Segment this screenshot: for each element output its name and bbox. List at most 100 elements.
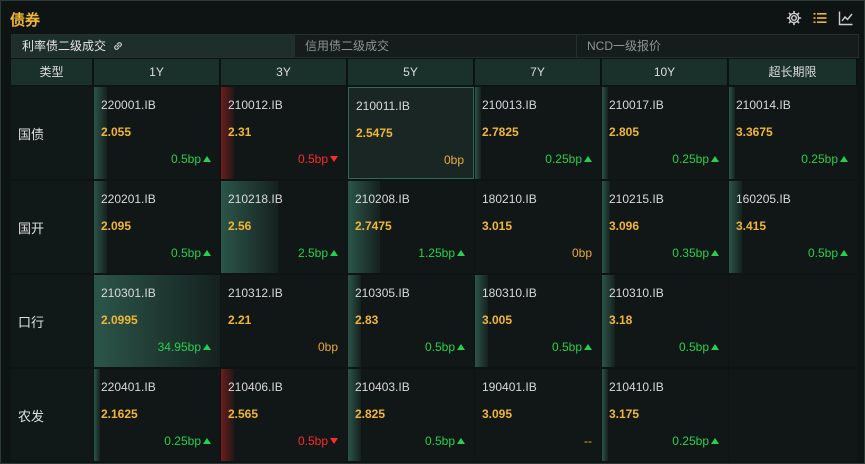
- yield-change: 0.5bp: [298, 152, 338, 166]
- bond-code: 210215.IB: [609, 192, 664, 206]
- bond-cell[interactable]: 210310.IB 3.18 0.5bp: [602, 275, 728, 367]
- row-label: 农发: [11, 369, 93, 461]
- bond-cell[interactable]: 210312.IB 2.21 0bp: [221, 275, 347, 367]
- list-icon[interactable]: [812, 10, 828, 26]
- bond-cell[interactable]: 210012.IB 2.31 0.5bp: [221, 87, 347, 179]
- bond-code: 210403.IB: [355, 380, 410, 394]
- arrow-up-icon: [457, 250, 465, 256]
- yield-change-value: 0.5bp: [170, 152, 201, 166]
- bond-cell[interactable]: 210403.IB 2.825 0.5bp: [348, 369, 474, 461]
- column-header: 5Y: [348, 59, 474, 85]
- bond-yield: 2.565: [228, 407, 259, 421]
- bond-cell[interactable]: 210014.IB 3.3675 0.25bp: [729, 87, 857, 179]
- arrow-up-icon: [457, 438, 465, 444]
- bond-cell[interactable]: 210305.IB 2.83 0.5bp: [348, 275, 474, 367]
- bond-yield: 2.805: [609, 125, 640, 139]
- column-header: 1Y: [94, 59, 220, 85]
- bond-cell[interactable]: 160205.IB 3.415 0.5bp: [729, 181, 857, 273]
- bond-cell[interactable]: 210301.IB 2.0995 34.95bp: [94, 275, 220, 367]
- bond-cell[interactable]: 210215.IB 3.096 0.35bp: [602, 181, 728, 273]
- line-chart-icon[interactable]: [838, 10, 854, 26]
- bond-yield: 3.095: [482, 407, 513, 421]
- bond-cell[interactable]: 210017.IB 2.805 0.25bp: [602, 87, 728, 179]
- bond-yield: 3.415: [736, 219, 767, 233]
- bond-cell[interactable]: 220401.IB 2.1625 0.25bp: [94, 369, 220, 461]
- yield-change-value: 1.25bp: [418, 246, 455, 260]
- yield-change-value: --: [584, 434, 592, 448]
- bond-cell[interactable]: 210011.IB 2.5475 0bp: [348, 87, 474, 179]
- change-magnitude-bar: [729, 87, 735, 179]
- bond-code: 210013.IB: [482, 98, 537, 112]
- arrow-up-icon: [203, 156, 211, 162]
- arrow-up-icon: [840, 156, 848, 162]
- bond-code: 210218.IB: [228, 192, 283, 206]
- gear-icon[interactable]: [786, 10, 802, 26]
- yield-change: 0.5bp: [552, 340, 592, 354]
- yield-change: --: [584, 434, 592, 448]
- yield-change-value: 0.25bp: [164, 434, 201, 448]
- bond-cell[interactable]: 210013.IB 2.7825 0.25bp: [475, 87, 601, 179]
- yield-change: 0bp: [572, 246, 592, 260]
- bond-code: 210014.IB: [736, 98, 791, 112]
- link-icon: [112, 37, 124, 59]
- header-toolbar: [786, 10, 854, 26]
- yield-change-value: 0.25bp: [672, 434, 709, 448]
- yield-change: 2.5bp: [298, 246, 338, 260]
- yield-change-value: 0.25bp: [545, 152, 582, 166]
- bond-cell[interactable]: 210406.IB 2.565 0.5bp: [221, 369, 347, 461]
- arrow-up-icon: [584, 344, 592, 350]
- bond-code: 210406.IB: [228, 380, 283, 394]
- yield-change-value: 0bp: [443, 153, 464, 167]
- row-label: 国开: [11, 181, 93, 273]
- bond-cell[interactable]: 180210.IB 3.015 0bp: [475, 181, 601, 273]
- bond-cell[interactable]: 210410.IB 3.175 0.25bp: [602, 369, 728, 461]
- tab-credit-bond-secondary[interactable]: 信用债二级成交: [295, 35, 577, 57]
- yield-change: 0.25bp: [672, 434, 719, 448]
- bond-code: 210312.IB: [228, 286, 283, 300]
- bond-yield: 2.1625: [101, 407, 138, 421]
- column-header: 3Y: [221, 59, 347, 85]
- bond-code: 180310.IB: [482, 286, 537, 300]
- arrow-up-icon: [584, 156, 592, 162]
- row-label: 口行: [11, 275, 93, 367]
- bond-yield: 2.21: [228, 313, 252, 327]
- yield-change-value: 0.25bp: [672, 152, 709, 166]
- yield-change: 0.5bp: [425, 434, 465, 448]
- bond-cell[interactable]: 220201.IB 2.095 0.5bp: [94, 181, 220, 273]
- panel-title: 债券: [10, 12, 41, 29]
- bond-code: 210305.IB: [355, 286, 410, 300]
- yield-change-value: 2.5bp: [297, 246, 328, 260]
- yield-change: 1.25bp: [418, 246, 465, 260]
- bond-code: 210301.IB: [101, 286, 156, 300]
- yield-change: 0.25bp: [672, 152, 719, 166]
- bond-code: 210208.IB: [355, 192, 410, 206]
- bond-yield: 2.095: [101, 219, 132, 233]
- bond-cell[interactable]: 220001.IB 2.055 0.5bp: [94, 87, 220, 179]
- tab-label: NCD一级报价: [587, 39, 661, 53]
- bond-code: 210410.IB: [609, 380, 664, 394]
- yield-change-value: 0.5bp: [424, 340, 455, 354]
- bond-cell[interactable]: 210208.IB 2.7475 1.25bp: [348, 181, 474, 273]
- bond-cell[interactable]: 190401.IB 3.095 --: [475, 369, 601, 461]
- arrow-up-icon: [711, 344, 719, 350]
- arrow-up-icon: [711, 156, 719, 162]
- bond-code: 220401.IB: [101, 380, 156, 394]
- column-header: 7Y: [475, 59, 601, 85]
- yield-change: 0bp: [444, 153, 464, 167]
- bond-yield: 2.31: [228, 125, 252, 139]
- yield-change: 0.5bp: [298, 434, 338, 448]
- bond-code: 220201.IB: [101, 192, 156, 206]
- bond-cell[interactable]: 210218.IB 2.56 2.5bp: [221, 181, 347, 273]
- yield-change-value: 0.5bp: [170, 246, 201, 260]
- row-label: 国债: [11, 87, 93, 179]
- bond-yield: 2.83: [355, 313, 379, 327]
- tab-ncd-primary-quote[interactable]: NCD一级报价: [577, 35, 858, 57]
- tab-label: 信用债二级成交: [305, 39, 390, 53]
- yield-change: 0.5bp: [171, 246, 211, 260]
- arrow-down-icon: [330, 156, 338, 162]
- bond-cell[interactable]: 180310.IB 3.005 0.5bp: [475, 275, 601, 367]
- tab-bar: 利率债二级成交 信用债二级成交 NCD一级报价: [11, 34, 859, 58]
- bond-code: 180210.IB: [482, 192, 537, 206]
- change-magnitude-bar: [94, 369, 100, 461]
- tab-rate-bond-secondary[interactable]: 利率债二级成交: [12, 35, 295, 57]
